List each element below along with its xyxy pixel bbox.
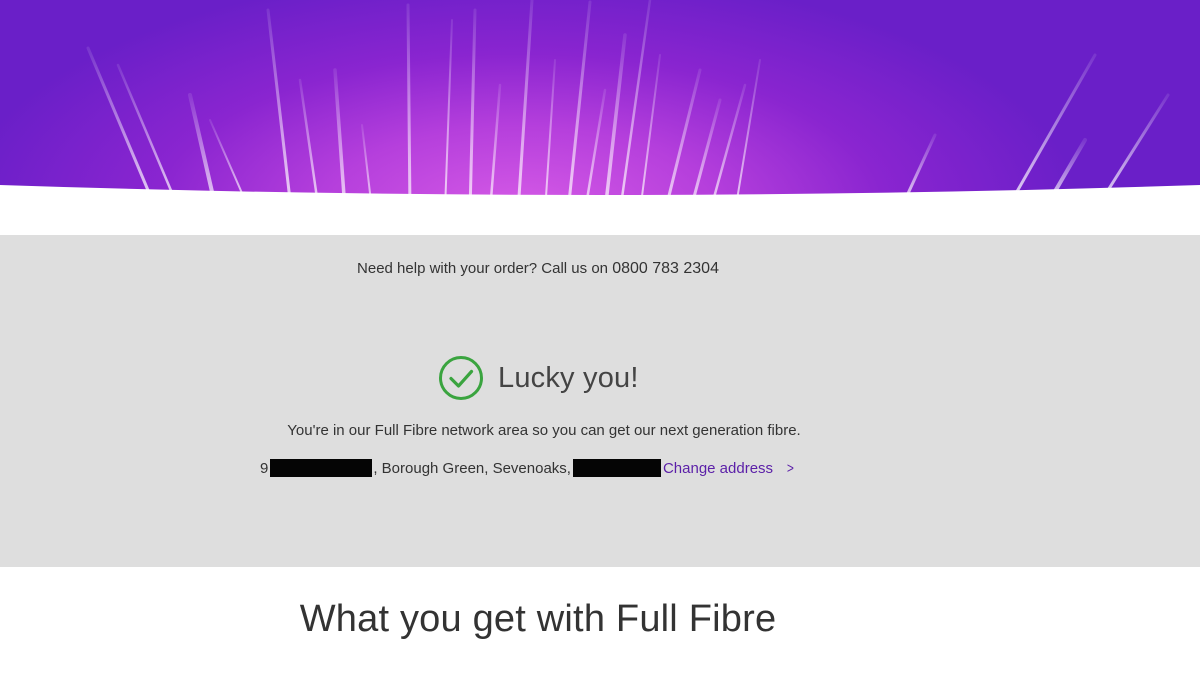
result-title: Lucky you! xyxy=(498,361,639,394)
address-line: 9 , Borough Green, Sevenoaks, Change add… xyxy=(260,458,795,478)
change-address-label: Change address xyxy=(662,459,774,477)
help-phone-number[interactable]: 0800 783 2304 xyxy=(612,260,719,277)
section-heading: What you get with Full Fibre xyxy=(299,598,777,640)
change-address-link[interactable]: Change address > xyxy=(663,460,795,477)
result-heading: Lucky you! xyxy=(438,354,639,402)
check-circle-icon xyxy=(439,356,483,400)
help-line: Need help with your order? Call us on 08… xyxy=(0,260,1076,278)
fibre-strands-image xyxy=(0,0,1200,235)
hero-banner xyxy=(0,0,1200,235)
help-text: Need help with your order? Call us on xyxy=(357,260,609,277)
redacted-block xyxy=(572,459,661,477)
address-start: 9 xyxy=(260,459,269,477)
chevron-right-icon: > xyxy=(786,459,794,477)
page: Need help with your order? Call us on 08… xyxy=(0,0,1200,675)
address-middle: , Borough Green, Sevenoaks, xyxy=(373,459,571,477)
result-subtitle: You're in our Full Fibre network area so… xyxy=(287,422,801,439)
redacted-block xyxy=(270,459,373,477)
